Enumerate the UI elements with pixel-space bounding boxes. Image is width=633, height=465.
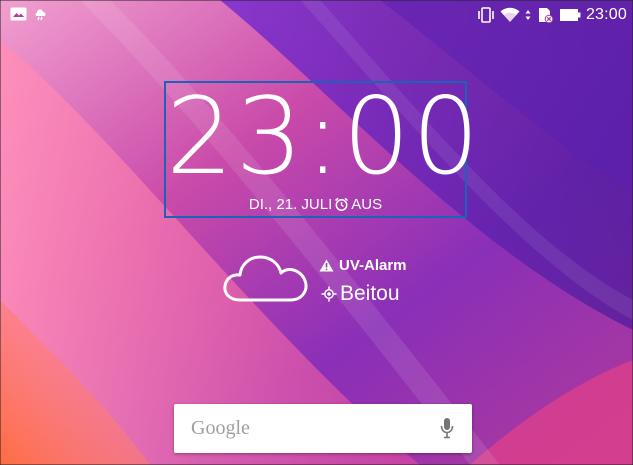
- status-time: 23:00: [585, 6, 627, 23]
- cloud-icon: [222, 252, 310, 308]
- weather-notification-icon: [33, 6, 49, 22]
- photo-notification-icon: [10, 7, 27, 21]
- battery-icon: [559, 8, 581, 22]
- uv-alert-label: UV-Alarm: [339, 257, 407, 274]
- alarm-status: AUS: [351, 196, 383, 213]
- warning-icon: [319, 259, 334, 272]
- microphone-icon[interactable]: [440, 417, 454, 443]
- alarm-clock-icon: [334, 197, 349, 212]
- location-name: Beitou: [340, 282, 400, 305]
- wallpaper: [0, 0, 633, 465]
- clock-date: DI., 21. JULI: [248, 196, 333, 213]
- weather-widget[interactable]: UV-Alarm Beitou: [222, 252, 432, 312]
- clock-widget[interactable]: 23:00 DI., 21. JULI AUS: [164, 79, 480, 218]
- wifi-icon: [500, 7, 520, 23]
- location-target-icon: [321, 286, 337, 302]
- clock-date-row: DI., 21. JULI AUS: [166, 196, 465, 213]
- clock-time: 23:00: [166, 79, 480, 195]
- clock-minute: 00: [342, 75, 482, 198]
- data-arrows-icon: [525, 7, 531, 23]
- status-bar[interactable]: 23:00: [0, 0, 633, 36]
- clock-hour: 23: [166, 75, 305, 198]
- sd-card-icon: [536, 7, 554, 23]
- search-label: Google: [191, 417, 250, 439]
- vibrate-icon: [477, 7, 495, 23]
- clock-separator: :: [304, 75, 343, 198]
- google-search-bar[interactable]: Google: [174, 404, 472, 453]
- uv-alert: UV-Alarm: [319, 257, 407, 274]
- weather-location: Beitou: [321, 282, 400, 306]
